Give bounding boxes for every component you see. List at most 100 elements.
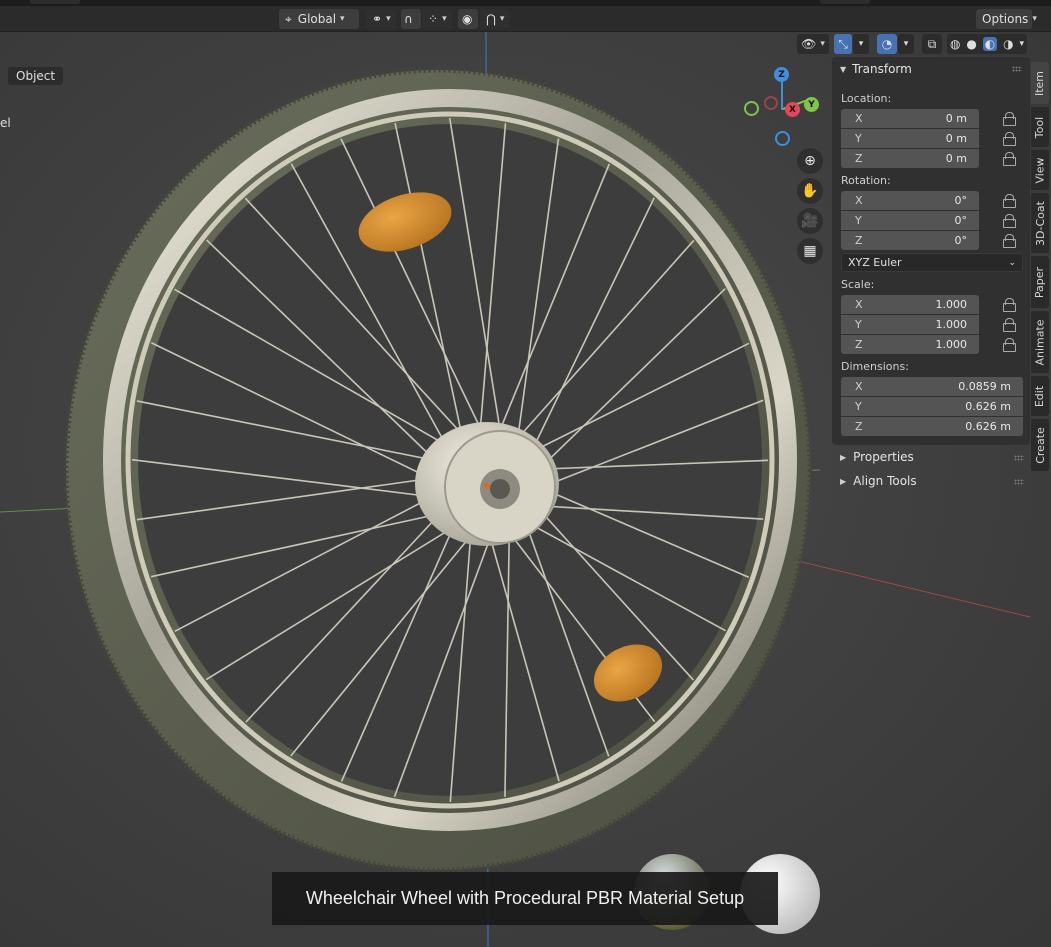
transform-orientation-dropdown[interactable]: ⌖ Global ▾ [279,9,359,29]
tab-create[interactable]: Create [1031,419,1049,471]
scale-y-field[interactable]: Y 1.000 [841,315,979,334]
visibility-dropdown[interactable]: 👁 ▾ [797,34,829,54]
orientation-icon: ⌖ [285,11,292,26]
collapsed-triangle-icon: ▶ [840,476,847,486]
material-preview-icon[interactable]: ◐ [982,37,998,51]
tab-tool[interactable]: Tool [1031,107,1049,147]
expand-triangle-icon: ▼ [840,64,847,74]
object-name-fragment: el [0,116,11,130]
neg-z-axis-handle[interactable] [775,131,790,146]
falloff-icon: ⋂ [486,12,496,26]
rotation-y-field[interactable]: Y 0° [841,211,979,230]
scale-x-field[interactable]: X 1.000 [841,295,979,314]
tab-animate[interactable]: Animate [1031,311,1049,373]
properties-panel-header[interactable]: ▶ Properties [840,448,1030,466]
dimensions-z-field[interactable]: Z 0.626 m [841,417,1023,436]
chevron-down-icon: ▾ [858,39,864,49]
location-y-field[interactable]: Y0 m [841,129,979,148]
chevron-down-icon: ▾ [1032,14,1037,24]
neg-x-axis-handle[interactable] [764,96,778,110]
dimensions-y-field[interactable]: Y 0.626 m [841,397,1023,416]
sidebar-tabs: Item Tool View 3D-Coat Paper Animate Edi… [1031,57,1051,477]
tab-view[interactable]: View [1031,150,1049,190]
options-label: Options [982,12,1029,26]
chevron-down-icon: ▾ [442,14,447,24]
viewport-header: ⌖ Global ▾ ⚭ ▾ ∩ ⁘ ▾ ◉ ⋂ ▾ Options ▾ [0,6,1051,32]
proportional-icon: ◉ [462,12,473,26]
pan-hand-icon[interactable]: ✋ [797,178,823,204]
object-mode-button[interactable]: Object [8,67,64,85]
solid-shading-icon[interactable]: ● [966,37,976,51]
lock-icon[interactable] [1002,112,1016,126]
magnet-icon: ∩ [404,12,413,26]
x-axis-handle[interactable]: X [785,102,800,117]
transform-title: Transform [852,62,912,76]
lock-icon[interactable] [1002,234,1016,248]
falloff-dropdown[interactable]: ⋂ ▾ [480,9,510,29]
zoom-icon[interactable]: ⊕ [797,148,823,174]
chevron-down-icon: ⌄ [1008,257,1016,268]
rotation-mode-select[interactable]: XYZ Euler ⌄ [841,253,1023,272]
shading-mode-group: ◍ ● ◐ ◑ ▾ [947,34,1027,54]
collapsed-triangle-icon: ▶ [840,452,847,462]
snap-grid-icon: ⁘ [428,12,439,26]
neg-y-axis-handle[interactable] [744,101,759,116]
top-tab[interactable] [30,0,80,4]
transform-panel-header[interactable]: ▼ Transform [840,60,912,78]
options-dropdown[interactable]: Options ▾ [976,9,1037,29]
caption-text: Wheelchair Wheel with Procedural PBR Mat… [305,888,745,908]
chevron-down-icon[interactable]: ▾ [1020,39,1025,49]
grid-perspective-icon[interactable]: ▦ [797,238,823,264]
rotation-z-field[interactable]: Z 0° [841,231,979,250]
drag-grip-icon[interactable] [1014,455,1024,461]
location-label: Location: [841,92,892,105]
chevron-down-icon: ▾ [820,39,825,49]
z-axis-handle[interactable]: Z [774,67,789,82]
align-tools-panel-header[interactable]: ▶ Align Tools [840,472,1030,490]
lock-icon[interactable] [1002,298,1016,312]
rotation-x-field[interactable]: X 0° [841,191,979,210]
sidebar-transform-panel: ▼ Transform Location: X0 m Y0 m Z0 m Rot… [832,57,1030,445]
xray-icon: ⧉ [927,36,937,51]
snap-toggle[interactable]: ∩ [401,9,421,29]
drag-grip-icon[interactable] [1014,479,1024,485]
lock-icon[interactable] [1002,338,1016,352]
snap-target-dropdown[interactable]: ⁘ ▾ [422,9,452,29]
gizmo-icon: ⤡ [838,36,848,51]
tab-paper[interactable]: Paper [1031,256,1049,308]
pivot-point-dropdown[interactable]: ⚭ ▾ [366,9,396,29]
eye-icon: 👁 [801,37,817,51]
tab-edit[interactable]: Edit [1031,376,1049,416]
location-x-field[interactable]: X0 m [841,109,979,128]
chevron-down-icon: ▾ [499,14,505,24]
camera-icon[interactable]: 🎥 [797,208,823,234]
overlays-toggle[interactable]: ◔ [877,34,897,54]
drag-grip-icon[interactable] [1012,66,1022,72]
tab-item[interactable]: Item [1031,62,1049,104]
dimensions-x-field[interactable]: X 0.0859 m [841,377,1023,396]
gizmo-toggle[interactable]: ⤡ [834,34,852,54]
dimensions-label: Dimensions: [841,360,909,373]
pivot-icon: ⚭ [372,12,383,26]
tab-3d-coat[interactable]: 3D-Coat [1031,193,1049,253]
location-z-field[interactable]: Z0 m [841,149,979,168]
chevron-down-icon: ▾ [903,39,909,49]
lock-icon[interactable] [1002,318,1016,332]
scale-z-field[interactable]: Z 1.000 [841,335,979,354]
xray-toggle[interactable]: ⧉ [922,34,942,54]
overlays-dropdown[interactable]: ▾ [898,34,914,54]
scale-label: Scale: [841,278,875,291]
rendered-shading-icon[interactable]: ◑ [1003,37,1013,51]
caption-overlay: Wheelchair Wheel with Procedural PBR Mat… [272,872,778,925]
y-axis-handle[interactable]: Y [804,97,819,112]
lock-icon[interactable] [1002,152,1016,166]
lock-icon[interactable] [1002,214,1016,228]
proportional-editing-toggle[interactable]: ◉ [458,9,478,29]
wireframe-shading-icon[interactable]: ◍ [950,37,960,51]
orientation-label: Global [297,12,337,26]
gizmo-dropdown[interactable]: ▾ [853,34,869,54]
top-tab[interactable] [820,0,870,4]
lock-icon[interactable] [1002,194,1016,208]
lock-icon[interactable] [1002,132,1016,146]
rotation-label: Rotation: [841,174,891,187]
